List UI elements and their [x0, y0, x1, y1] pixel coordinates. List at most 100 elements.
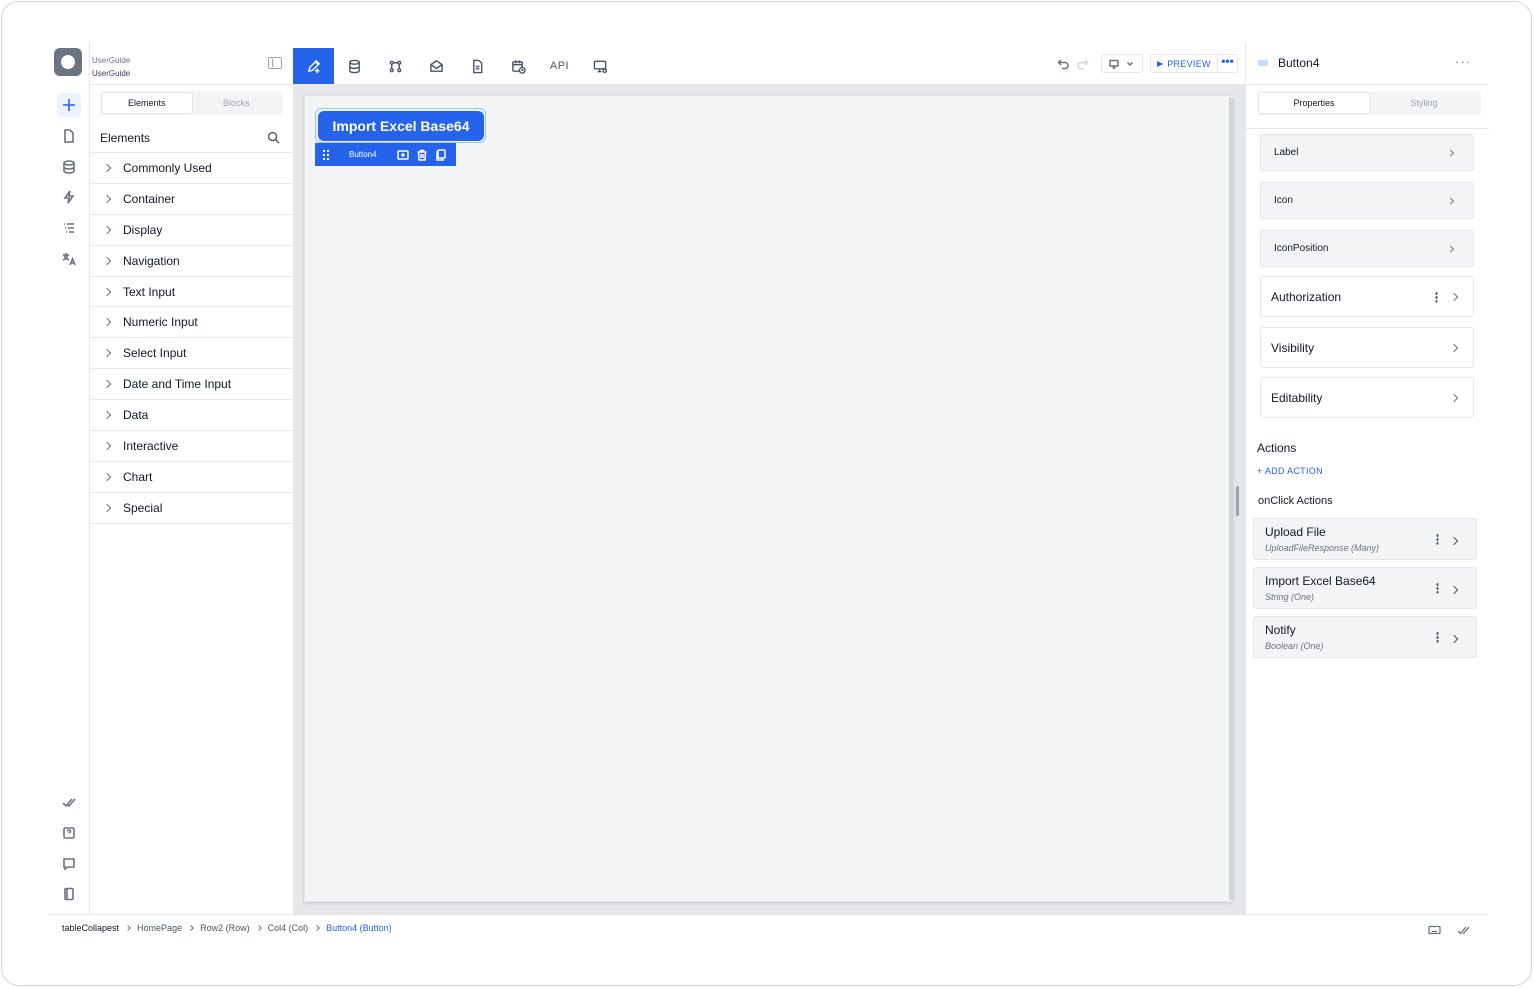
tool-database[interactable]: [334, 48, 375, 84]
canvas-scrollbar[interactable]: [1229, 97, 1233, 900]
tool-document[interactable]: [457, 48, 498, 84]
double-check-icon[interactable]: [57, 790, 81, 814]
desktop-icon: [1109, 59, 1119, 69]
app-frame: UserGuide UserGuide API PREVIEW ••• Elem…: [1, 1, 1532, 986]
elements-header: Elements: [90, 124, 293, 153]
tab-styling[interactable]: Styling: [1369, 93, 1479, 113]
preview-label: PREVIEW: [1167, 58, 1211, 69]
chevron-down-icon: [1126, 61, 1134, 66]
category-data[interactable]: Data: [90, 400, 293, 432]
workspace-name: UserGuide: [92, 56, 131, 65]
tab-elements[interactable]: Elements: [102, 93, 192, 113]
category-select-input[interactable]: Select Input: [90, 338, 293, 370]
document-icon: [473, 59, 483, 73]
redo-icon[interactable]: [1077, 57, 1091, 71]
chevron-right-icon: [188, 925, 194, 931]
app-logo[interactable]: [54, 48, 82, 76]
tab-blocks[interactable]: Blocks: [192, 93, 282, 113]
tool-email[interactable]: [416, 48, 457, 84]
selected-component-name: Button4: [349, 150, 377, 159]
database-icon: [349, 59, 360, 73]
category-numeric-input[interactable]: Numeric Input: [90, 307, 293, 339]
prop-authorization[interactable]: Authorization: [1260, 276, 1474, 317]
category-text-input[interactable]: Text Input: [90, 277, 293, 308]
chevron-right-icon: [1446, 148, 1455, 157]
category-interactive[interactable]: Interactive: [90, 431, 293, 462]
chevron-right-icon: [1446, 196, 1455, 205]
undo-icon[interactable]: [1057, 57, 1071, 71]
prop-icon[interactable]: Icon: [1260, 182, 1474, 219]
drag-handle-icon[interactable]: [322, 148, 330, 161]
api-label: API: [549, 60, 570, 72]
category-chart[interactable]: Chart: [90, 462, 293, 493]
kebab-menu-icon[interactable]: [1435, 291, 1438, 302]
prop-label[interactable]: Label: [1260, 134, 1474, 171]
component-name: Button4: [1278, 56, 1320, 70]
data-source-icon[interactable]: [57, 155, 81, 179]
book-icon[interactable]: [57, 882, 81, 906]
properties-tabs: Properties Styling: [1257, 91, 1481, 115]
chevron-right-icon: [102, 349, 112, 358]
prop-editability[interactable]: Editability: [1260, 377, 1474, 418]
chevron-right-icon: [102, 441, 112, 451]
chevron-right-icon: [102, 163, 112, 173]
breadcrumb-item[interactable]: Row2 (Row): [200, 923, 250, 933]
chevron-right-icon: [314, 925, 320, 931]
tool-design[interactable]: [293, 48, 334, 84]
prop-icon-position[interactable]: IconPosition: [1260, 230, 1474, 267]
tool-scheduler[interactable]: [498, 48, 539, 84]
category-commonly-used[interactable]: Commonly Used: [90, 153, 293, 184]
category-container[interactable]: Container: [90, 184, 293, 215]
design-canvas[interactable]: [304, 95, 1233, 902]
lightning-icon[interactable]: [57, 185, 81, 209]
category-special[interactable]: Special: [90, 493, 293, 524]
panel-resize-handle[interactable]: [1236, 486, 1239, 516]
properties-panel: Button4 ··· Properties Styling Label Ico…: [1245, 42, 1489, 914]
envelope-icon: [430, 59, 443, 72]
actions-title: Actions: [1257, 441, 1297, 455]
prop-visibility[interactable]: Visibility: [1260, 327, 1474, 368]
left-rail: [48, 42, 90, 914]
tree-list-icon[interactable]: [57, 216, 81, 240]
help-icon[interactable]: [57, 821, 81, 845]
more-horizontal-icon[interactable]: ···: [1455, 54, 1471, 69]
chevron-right-icon: [102, 379, 112, 389]
import-excel-button[interactable]: Import Excel Base64: [318, 111, 484, 141]
translate-icon[interactable]: [57, 247, 81, 271]
kebab-menu-icon[interactable]: [1436, 533, 1439, 545]
action-notify[interactable]: Notify Boolean (One): [1253, 616, 1477, 658]
action-import-excel[interactable]: Import Excel Base64 String (One): [1253, 567, 1477, 609]
tool-screen-settings[interactable]: [580, 48, 621, 84]
panel-toggle-icon[interactable]: [268, 57, 282, 69]
action-upload-file[interactable]: Upload File UploadFileResponse (Many): [1253, 518, 1477, 560]
category-date-time-input[interactable]: Date and Time Input: [90, 369, 293, 401]
chevron-right-icon: [1449, 343, 1459, 352]
element-category-list: Commonly Used Container Display Navigati…: [90, 153, 293, 524]
double-check-icon[interactable]: [1457, 923, 1471, 935]
keyboard-icon[interactable]: [1428, 923, 1442, 935]
duplicate-icon[interactable]: [434, 148, 448, 162]
kebab-menu-icon[interactable]: [1436, 582, 1439, 594]
breadcrumb-item[interactable]: HomePage: [137, 923, 182, 933]
search-icon[interactable]: [267, 131, 281, 145]
add-element-icon[interactable]: [57, 93, 81, 117]
wrap-icon[interactable]: [396, 148, 410, 162]
breadcrumb-item[interactable]: Col4 (Col): [268, 923, 309, 933]
more-options-button[interactable]: •••: [1218, 54, 1238, 73]
delete-icon[interactable]: [415, 148, 429, 162]
breadcrumb: tableCollapest HomePage Row2 (Row) Col4 …: [62, 923, 392, 933]
chat-icon[interactable]: [57, 852, 81, 876]
category-navigation[interactable]: Navigation: [90, 246, 293, 277]
category-display[interactable]: Display: [90, 215, 293, 246]
pages-icon[interactable]: [57, 124, 81, 148]
preview-button[interactable]: PREVIEW: [1150, 54, 1218, 73]
breadcrumb-item-current[interactable]: Button4 (Button): [326, 923, 392, 933]
tool-workflow[interactable]: [375, 48, 416, 84]
add-action-link[interactable]: + ADD ACTION: [1257, 466, 1323, 476]
tool-api[interactable]: API: [539, 48, 580, 84]
tab-properties[interactable]: Properties: [1259, 93, 1369, 113]
kebab-menu-icon[interactable]: [1436, 631, 1439, 643]
breadcrumb-item[interactable]: tableCollapest: [62, 923, 119, 933]
device-selector[interactable]: [1101, 54, 1143, 73]
chevron-right-icon: [102, 287, 112, 296]
